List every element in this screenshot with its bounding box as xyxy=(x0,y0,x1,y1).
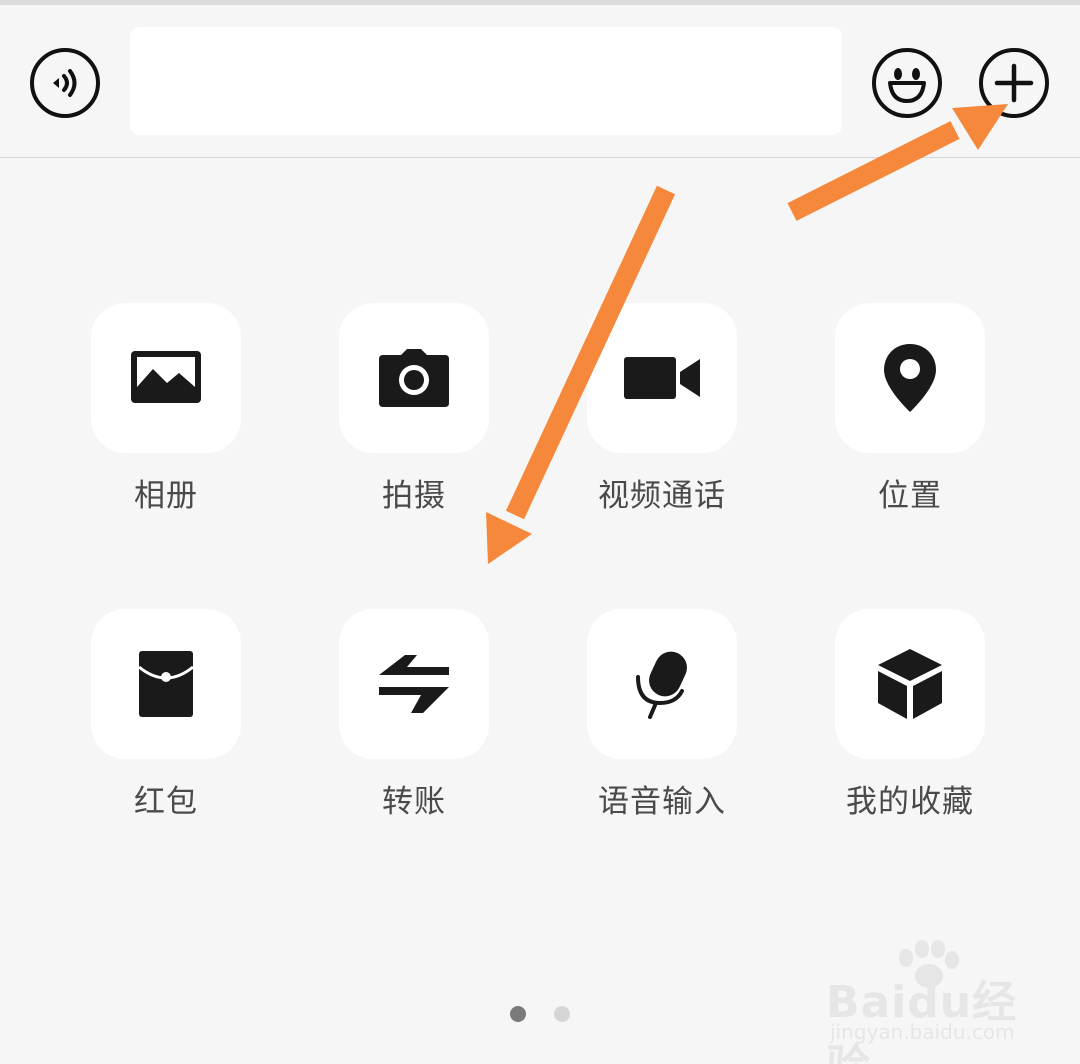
camera-icon xyxy=(379,349,449,407)
location-label: 位置 xyxy=(878,478,942,514)
voice-button[interactable] xyxy=(30,48,100,118)
voice-wave-icon xyxy=(53,69,77,97)
plus-icon xyxy=(994,63,1034,103)
favorites-label: 我的收藏 xyxy=(846,784,974,820)
microphone-icon xyxy=(636,651,687,719)
voice-input-button[interactable] xyxy=(587,609,737,759)
smiley-face-icon xyxy=(888,68,926,103)
baidu-jingyan-watermark: Baidu经验 jingyan.baidu.com xyxy=(826,940,1056,1064)
photo-icon xyxy=(131,351,201,403)
video-call-button[interactable] xyxy=(587,303,737,453)
camera-label: 拍摄 xyxy=(382,478,446,514)
page-indicator-dot[interactable] xyxy=(554,1006,570,1022)
chat-input-screen: 相册 拍摄 视频通话 位置 红包 转账 语音输入 我的收藏 Baidu经 jin… xyxy=(0,0,1080,1064)
album-button[interactable] xyxy=(91,303,241,453)
album-label: 相册 xyxy=(134,478,198,514)
transfer-icon xyxy=(379,655,449,713)
page-indicator-dot-active[interactable] xyxy=(510,1006,526,1022)
watermark-brand: Baidu经验 xyxy=(826,977,1018,1064)
transfer-button[interactable] xyxy=(339,609,489,759)
voice-input-label: 语音输入 xyxy=(598,784,726,820)
cube-icon xyxy=(878,649,942,719)
more-plus-button[interactable] xyxy=(979,48,1049,118)
location-button[interactable] xyxy=(835,303,985,453)
camera-button[interactable] xyxy=(339,303,489,453)
message-input[interactable] xyxy=(130,27,842,135)
transfer-label: 转账 xyxy=(382,784,446,820)
red-packet-icon xyxy=(138,651,194,717)
emoji-button[interactable] xyxy=(872,48,942,118)
red-packet-button[interactable] xyxy=(91,609,241,759)
location-pin-icon xyxy=(884,344,936,412)
video-call-label: 视频通话 xyxy=(598,478,726,514)
input-bar xyxy=(0,5,1080,158)
red-packet-label: 红包 xyxy=(134,784,198,820)
annotation-arrows xyxy=(486,104,1008,564)
video-camera-icon xyxy=(624,357,700,399)
watermark-url: jingyan.baidu.com xyxy=(830,1020,1015,1044)
favorites-button[interactable] xyxy=(835,609,985,759)
